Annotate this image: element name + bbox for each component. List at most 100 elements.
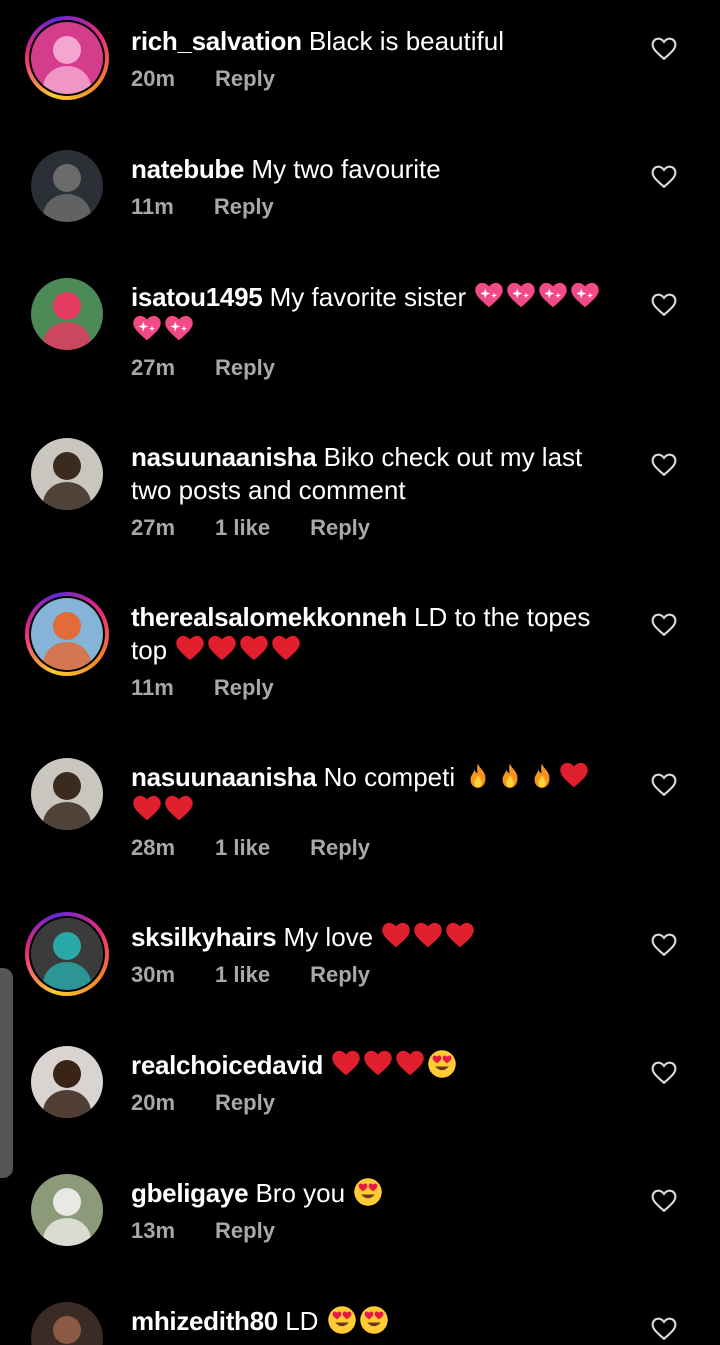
avatar-image xyxy=(31,1174,103,1246)
comment-meta: 27m 1 like Reply xyxy=(131,515,621,541)
sparkling-heart-icon xyxy=(507,282,536,308)
avatar[interactable] xyxy=(25,1040,109,1124)
avatar-image xyxy=(31,22,103,94)
comment-like-count[interactable]: 1 like xyxy=(215,515,270,541)
heart-outline-icon[interactable] xyxy=(651,165,677,189)
red-heart-icon xyxy=(133,795,161,821)
avatar-image xyxy=(31,1302,103,1345)
comment-username[interactable]: isatou1495 xyxy=(131,282,263,312)
reply-button[interactable]: Reply xyxy=(214,675,274,701)
sparkling-heart-icon xyxy=(165,315,193,341)
comment-username[interactable]: mhizedith80 xyxy=(131,1306,278,1336)
comment-body: Black is beautiful xyxy=(308,26,504,56)
sparkling-heart-icon xyxy=(475,282,504,308)
comment-time: 13m xyxy=(131,1218,176,1243)
comment-text: natebube My two favourite xyxy=(131,153,621,186)
comment-text: realchoicedavid xyxy=(131,1049,621,1082)
avatar-image xyxy=(31,438,103,510)
comment-body: Bro you xyxy=(255,1178,346,1208)
avatar[interactable] xyxy=(25,1296,109,1345)
reply-button[interactable]: Reply xyxy=(215,355,275,381)
heart-eyes-icon xyxy=(359,1306,388,1334)
heart-outline-icon[interactable] xyxy=(651,773,677,797)
avatar[interactable] xyxy=(25,592,109,676)
avatar[interactable] xyxy=(25,912,109,996)
comment-text: mhizedith80 LD xyxy=(131,1305,621,1338)
red-heart-icon xyxy=(396,1050,425,1076)
comment-time: 11m xyxy=(131,194,174,219)
comment-like-count[interactable]: 1 like xyxy=(215,962,270,988)
comment-time: 27m xyxy=(131,355,176,380)
comment-username[interactable]: natebube xyxy=(131,154,244,184)
heart-outline-icon[interactable] xyxy=(651,37,677,61)
heart-outline-icon[interactable] xyxy=(651,1189,677,1213)
avatar-image xyxy=(31,150,103,222)
comment-username[interactable]: sksilkyhairs xyxy=(131,922,277,952)
fire-icon xyxy=(502,763,518,788)
heart-outline-icon[interactable] xyxy=(651,1317,677,1341)
avatar[interactable] xyxy=(25,272,109,356)
scroll-handle[interactable] xyxy=(0,968,13,1178)
comment-time: 20m xyxy=(131,66,176,91)
comment-time: 28m xyxy=(131,835,176,860)
comment-text: sksilkyhairs My love xyxy=(131,921,621,954)
comment-meta: 20m Reply xyxy=(131,1090,621,1116)
comment-time: 11m xyxy=(131,675,174,700)
comment-time: 30m xyxy=(131,962,176,987)
fire-icon xyxy=(534,763,550,788)
heart-outline-icon[interactable] xyxy=(651,453,677,477)
red-heart-icon xyxy=(240,635,269,661)
comment-time: 27m xyxy=(131,515,176,540)
red-heart-icon xyxy=(364,1050,393,1076)
reply-button[interactable]: Reply xyxy=(215,66,275,92)
red-heart-icon xyxy=(272,635,301,661)
comment-body: My love xyxy=(283,922,374,952)
heart-outline-icon[interactable] xyxy=(651,1061,677,1085)
comment-username[interactable]: nasuunaanisha xyxy=(131,762,317,792)
comment-username[interactable]: realchoicedavid xyxy=(131,1050,323,1080)
avatar[interactable] xyxy=(25,144,109,228)
comment-meta: 11m Reply xyxy=(131,675,621,701)
fire-icon xyxy=(470,763,486,788)
avatar-image xyxy=(31,1046,103,1118)
comment-username[interactable]: gbeligaye xyxy=(131,1178,249,1208)
red-heart-icon xyxy=(382,922,411,948)
red-heart-icon xyxy=(165,795,193,821)
sparkling-heart-icon xyxy=(571,282,600,308)
avatar[interactable] xyxy=(25,1168,109,1252)
comment-body: LD xyxy=(285,1306,319,1336)
avatar-image xyxy=(31,758,103,830)
heart-eyes-icon xyxy=(327,1306,356,1334)
reply-button[interactable]: Reply xyxy=(310,515,370,541)
comment-username[interactable]: rich_salvation xyxy=(131,26,302,56)
comment-username[interactable]: therealsalomekkonneh xyxy=(131,602,407,632)
comment-text: isatou1495 My favorite sister xyxy=(131,281,621,347)
comment-meta: 27m Reply xyxy=(131,355,621,381)
red-heart-icon xyxy=(332,1050,361,1076)
reply-button[interactable]: Reply xyxy=(215,1090,275,1116)
comment-like-count[interactable]: 1 like xyxy=(215,835,270,861)
comment-body: My favorite sister xyxy=(269,282,467,312)
comment-body: My two favourite xyxy=(251,154,441,184)
avatar-image xyxy=(31,918,103,990)
avatar[interactable] xyxy=(25,432,109,516)
comment-text: rich_salvation Black is beautiful xyxy=(131,25,621,58)
sparkling-heart-icon xyxy=(539,282,568,308)
comment-meta: 11m Reply xyxy=(131,194,621,220)
avatar[interactable] xyxy=(25,16,109,100)
sparkling-heart-icon xyxy=(133,315,161,341)
reply-button[interactable]: Reply xyxy=(215,1218,275,1244)
heart-outline-icon[interactable] xyxy=(651,613,677,637)
reply-button[interactable]: Reply xyxy=(214,194,274,220)
avatar-image xyxy=(31,598,103,670)
comments-screen: rich_salvation Black is beautiful 20m Repl… xyxy=(0,0,720,1345)
reply-button[interactable]: Reply xyxy=(310,835,370,861)
heart-outline-icon[interactable] xyxy=(651,293,677,317)
avatar-image xyxy=(31,278,103,350)
comment-text: nasuunaanisha Biko check out my last two… xyxy=(131,441,621,507)
heart-outline-icon[interactable] xyxy=(651,933,677,957)
avatar[interactable] xyxy=(25,752,109,836)
reply-button[interactable]: Reply xyxy=(310,962,370,988)
comment-username[interactable]: nasuunaanisha xyxy=(131,442,317,472)
red-heart-icon xyxy=(208,635,237,661)
